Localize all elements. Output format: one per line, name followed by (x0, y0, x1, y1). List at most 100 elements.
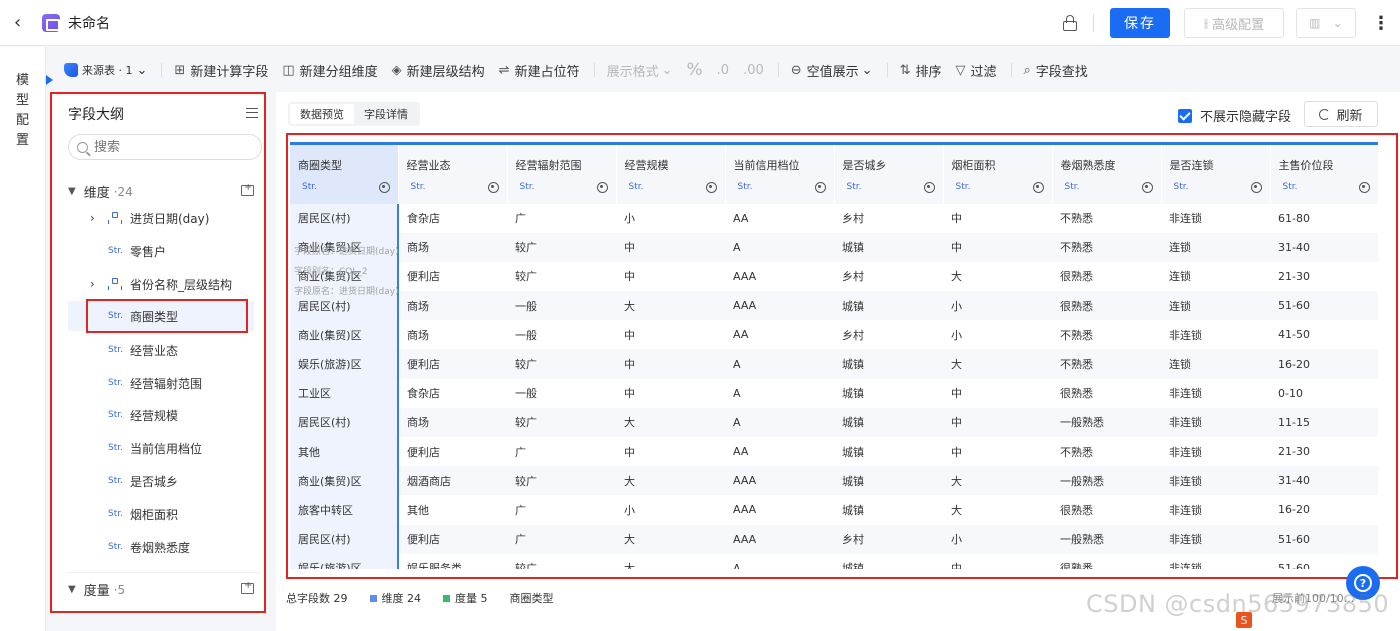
field-item[interactable]: Str. 零售户 (68, 236, 254, 266)
gear-icon[interactable] (1358, 181, 1370, 193)
table-cell[interactable]: 大 (616, 291, 725, 321)
table-cell[interactable]: 51-60 (1270, 291, 1378, 321)
table-cell[interactable]: 小 (616, 204, 725, 233)
table-cell[interactable]: 其他 (398, 495, 507, 524)
table-cell[interactable]: 连锁 (1161, 291, 1270, 321)
chevron-right-icon[interactable]: › (90, 211, 95, 225)
table-cell[interactable]: AAA (725, 291, 834, 321)
table-cell[interactable]: 娱乐服务类 (398, 554, 507, 569)
table-cell[interactable]: 大 (943, 262, 1052, 291)
field-item[interactable]: › 进货日期(day) (68, 203, 254, 233)
table-cell[interactable]: 非连锁 (1161, 320, 1270, 349)
table-cell[interactable]: 食杂店 (398, 379, 507, 408)
search-box[interactable] (68, 134, 262, 160)
field-item[interactable]: Str. 是否城乡 (68, 466, 254, 496)
table-cell[interactable]: AAA (725, 466, 834, 496)
table-cell[interactable]: AAA (725, 524, 834, 554)
save-button[interactable]: 保存 (1110, 8, 1170, 38)
column-header[interactable]: 商圈类型 Str. (290, 142, 399, 204)
rail-label[interactable]: 模型配置 (16, 71, 30, 151)
table-cell[interactable]: 中 (943, 437, 1052, 466)
hide-hidden-fields-checkbox[interactable]: 不展示隐藏字段 (1178, 106, 1291, 125)
table-cell[interactable]: 16-20 (1270, 349, 1378, 379)
table-cell[interactable]: 旅客中转区 (290, 495, 399, 525)
table-cell[interactable]: 城镇 (834, 466, 943, 496)
table-cell[interactable]: 乡村 (834, 262, 943, 291)
column-header[interactable]: 烟柜面积 Str. (943, 142, 1053, 204)
sort-button[interactable]: ⇅ 排序 (900, 61, 942, 80)
table-cell[interactable]: 小 (943, 320, 1052, 349)
table-cell[interactable]: 大 (616, 524, 725, 554)
table-cell[interactable]: 中 (616, 437, 725, 466)
table-cell[interactable]: 51-60 (1270, 524, 1378, 554)
table-cell[interactable]: A (725, 232, 834, 262)
gear-icon[interactable] (487, 181, 499, 193)
field-item[interactable]: Str. 经营规模 (68, 400, 254, 430)
table-cell[interactable]: 中 (616, 232, 725, 262)
field-search-button[interactable]: ⌕ 字段查找 (1024, 61, 1088, 80)
table-cell[interactable]: 广 (507, 437, 616, 466)
table-cell[interactable]: 11-15 (1270, 407, 1378, 437)
table-cell[interactable]: 烟酒商店 (398, 466, 507, 496)
table-cell[interactable]: 较广 (507, 407, 616, 437)
chevron-right-icon[interactable]: › (90, 277, 95, 291)
table-cell[interactable]: 居民区(村) (290, 291, 399, 321)
table-cell[interactable]: 很熟悉 (1052, 495, 1161, 524)
table-cell[interactable]: 城镇 (834, 291, 943, 321)
refresh-button[interactable]: 刷新 (1304, 101, 1378, 127)
table-cell[interactable]: 16-20 (1270, 495, 1378, 524)
table-cell[interactable]: 商业(集贸)区 (290, 232, 399, 262)
table-cell[interactable]: 非连锁 (1161, 379, 1270, 408)
table-cell[interactable]: 一般 (507, 291, 616, 321)
table-cell[interactable]: AAA (725, 495, 834, 524)
table-cell[interactable]: 非连锁 (1161, 204, 1270, 233)
table-cell[interactable]: 21-30 (1270, 437, 1378, 466)
table-cell[interactable]: 中 (616, 262, 725, 291)
table-cell[interactable]: 乡村 (834, 320, 943, 349)
table-cell[interactable]: 非连锁 (1161, 407, 1270, 437)
table-cell[interactable]: 一般 (507, 379, 616, 408)
table-cell[interactable]: 较广 (507, 554, 616, 569)
table-cell[interactable]: 中 (616, 320, 725, 349)
table-cell[interactable]: 较广 (507, 232, 616, 262)
table-cell[interactable]: 商场 (398, 291, 507, 321)
table-cell[interactable]: 中 (616, 379, 725, 408)
table-cell[interactable]: 娱乐(旅游)区 (290, 349, 399, 379)
table-cell[interactable]: 中 (943, 232, 1052, 262)
table-cell[interactable]: 非连锁 (1161, 495, 1270, 524)
table-cell[interactable]: 较广 (507, 349, 616, 379)
table-cell[interactable]: 广 (507, 495, 616, 524)
table-cell[interactable]: AA (725, 320, 834, 349)
table-cell[interactable]: 城镇 (834, 554, 943, 569)
table-cell[interactable]: 商场 (398, 407, 507, 437)
table-cell[interactable]: 不熟悉 (1052, 204, 1161, 233)
tab-data-preview[interactable]: 数据预览 (290, 104, 354, 124)
gear-icon[interactable] (705, 181, 717, 193)
table-cell[interactable]: 居民区(村) (290, 203, 399, 233)
table-cell[interactable]: AA (725, 437, 834, 466)
column-header[interactable]: 是否连锁 Str. (1161, 142, 1271, 204)
table-cell[interactable]: 广 (507, 204, 616, 233)
table-cell[interactable]: 工业区 (290, 378, 399, 408)
chart-menu-button[interactable]: ▥ ⌄ (1296, 8, 1356, 38)
gear-icon[interactable] (1250, 181, 1262, 193)
table-cell[interactable]: 便利店 (398, 349, 507, 379)
column-header[interactable]: 是否城乡 Str. (834, 142, 944, 204)
table-cell[interactable]: 乡村 (834, 204, 943, 233)
table-cell[interactable]: 0-10 (1270, 379, 1378, 408)
table-cell[interactable]: 城镇 (834, 407, 943, 437)
table-cell[interactable]: 较广 (507, 262, 616, 291)
table-cell[interactable]: 小 (943, 524, 1052, 554)
table-cell[interactable]: 不熟悉 (1052, 437, 1161, 466)
field-item[interactable]: Str. 卷烟熟悉度 (68, 532, 254, 562)
table-cell[interactable]: 一般 (507, 320, 616, 349)
table-cell[interactable]: AA (725, 204, 834, 233)
table-cell[interactable]: 中 (616, 349, 725, 379)
field-item[interactable]: Str. 烟柜面积 (68, 499, 254, 529)
table-cell[interactable]: 商业(集贸)区 (290, 320, 399, 350)
column-header[interactable]: 经营业态 Str. (398, 142, 508, 204)
source-table-dropdown[interactable]: 来源表 · 1 ⌄ (64, 62, 147, 78)
table-cell[interactable]: 城镇 (834, 349, 943, 379)
table-cell[interactable]: AAA (725, 262, 834, 291)
table-cell[interactable]: 商场 (398, 232, 507, 262)
